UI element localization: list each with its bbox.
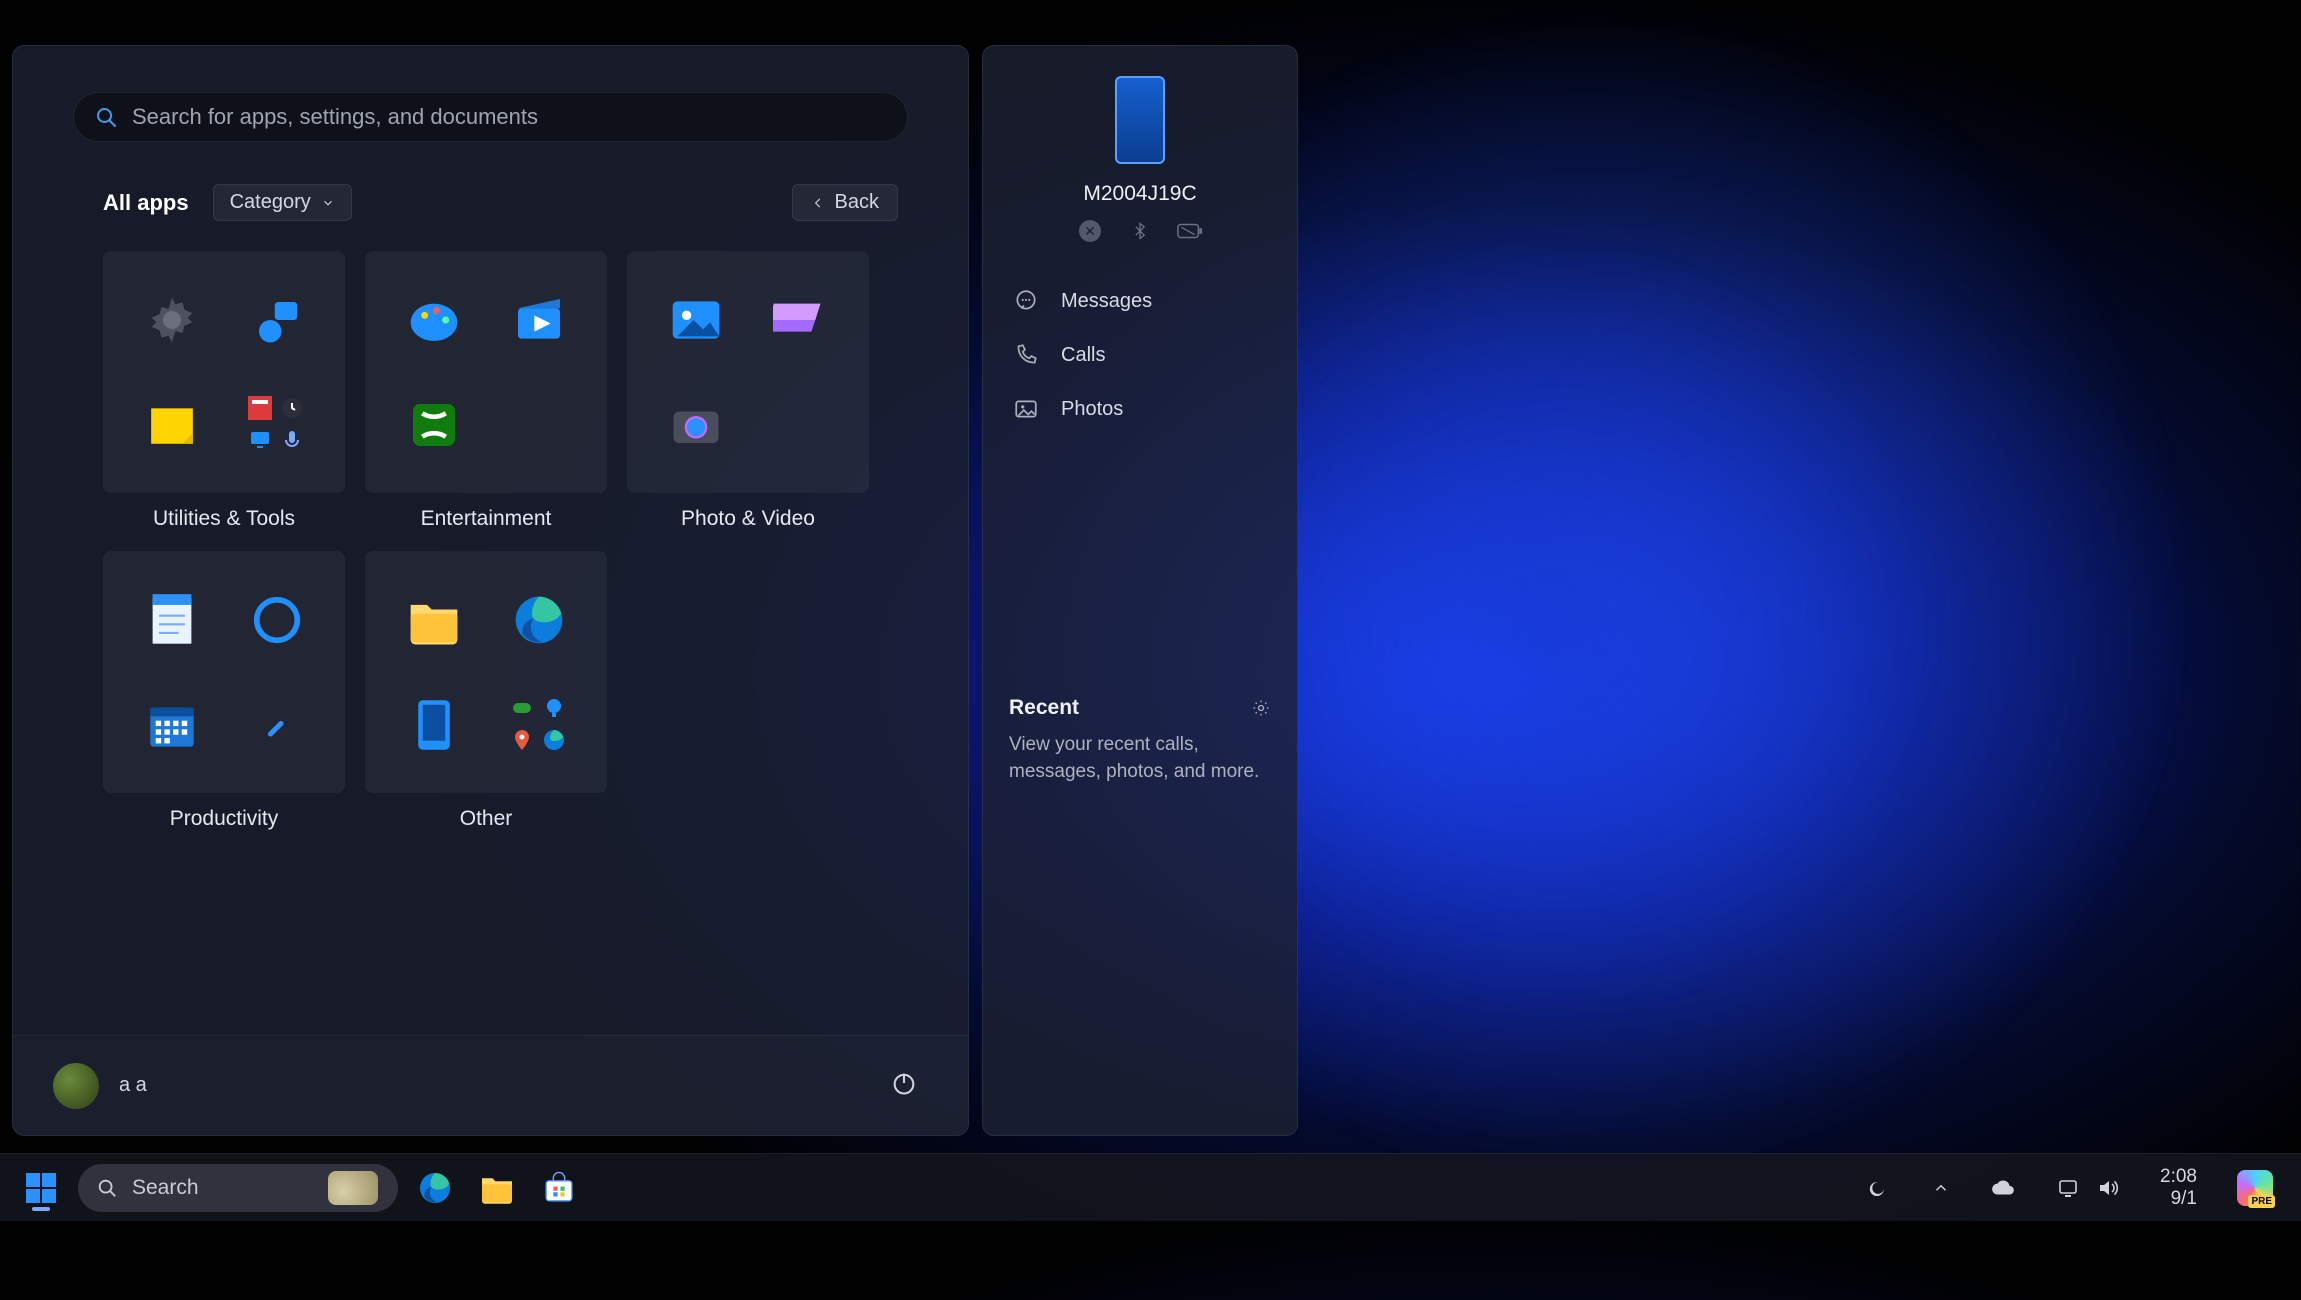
calendar-icon — [137, 690, 207, 760]
back-button[interactable]: Back — [792, 184, 898, 221]
folder-label: Entertainment — [421, 507, 552, 531]
edge-icon — [417, 1170, 453, 1206]
clock-time: 2:08 — [2160, 1166, 2197, 1188]
system-tray: 2:08 9/1 — [1852, 1160, 2285, 1216]
photos-icon — [661, 285, 731, 355]
paint-icon — [399, 285, 469, 355]
phone-thumbnail[interactable] — [1115, 76, 1165, 164]
category-dropdown-label: Category — [230, 191, 311, 214]
folder-productivity[interactable]: Productivity — [103, 551, 345, 831]
feedback-hub-icon — [242, 285, 312, 355]
taskbar-search[interactable]: Search — [78, 1164, 398, 1212]
all-apps-heading: All apps — [103, 190, 189, 216]
wifi-icon — [2056, 1176, 2080, 1200]
store-icon — [542, 1171, 576, 1205]
companion-calls[interactable]: Calls — [1009, 328, 1271, 382]
edge-mini-icon — [542, 728, 566, 752]
search-highlight-icon — [328, 1171, 378, 1205]
user-name[interactable]: a a — [119, 1074, 147, 1097]
chevron-up-icon — [1932, 1179, 1950, 1197]
sticky-notes-icon — [137, 390, 207, 460]
taskbar-explorer[interactable] — [472, 1163, 522, 1213]
start-search-input[interactable] — [132, 104, 887, 130]
taskbar: Search 2:08 9/1 — [0, 1153, 2301, 1221]
folder-label: Utilities & Tools — [153, 507, 295, 531]
tray-clock[interactable]: 2:08 9/1 — [2148, 1160, 2209, 1216]
folder-entertainment[interactable]: Entertainment — [365, 251, 607, 531]
folder-label: Photo & Video — [681, 507, 815, 531]
tray-copilot[interactable] — [2225, 1164, 2285, 1212]
xbox-bar-icon — [510, 696, 534, 720]
taskbar-edge[interactable] — [410, 1163, 460, 1213]
user-avatar[interactable] — [53, 1063, 99, 1109]
monitor-icon — [248, 428, 272, 452]
maps-icon — [510, 728, 534, 752]
tray-weather[interactable] — [1852, 1168, 1904, 1208]
bluetooth-icon — [1127, 218, 1153, 244]
companion-photos[interactable]: Photos — [1009, 382, 1271, 436]
chevron-down-icon — [321, 196, 335, 210]
taskbar-search-label: Search — [132, 1176, 199, 1200]
taskbar-store[interactable] — [534, 1163, 584, 1213]
phone-link-icon — [399, 690, 469, 760]
companion-row-label: Messages — [1061, 290, 1152, 313]
tips-icon — [542, 696, 566, 720]
phone-icon — [1013, 342, 1039, 368]
clipchamp-icon — [766, 285, 836, 355]
battery-icon — [1177, 218, 1203, 244]
tray-overflow[interactable] — [1920, 1173, 1962, 1203]
volume-icon — [2096, 1176, 2120, 1200]
mic-icon — [280, 428, 304, 452]
movies-icon — [504, 285, 574, 355]
edge-icon — [504, 585, 574, 655]
power-button[interactable] — [880, 1059, 928, 1112]
file-explorer-icon — [479, 1172, 515, 1204]
tray-quick-settings[interactable] — [2044, 1170, 2132, 1206]
folder-other[interactable]: Other — [365, 551, 607, 831]
folder-label: Productivity — [170, 807, 279, 831]
companion-messages[interactable]: Messages — [1009, 274, 1271, 328]
start-menu: All apps Category Back — [12, 45, 969, 1136]
clock-date: 9/1 — [2160, 1188, 2197, 1210]
cloud-moon-icon — [1864, 1174, 1892, 1202]
start-footer: a a — [13, 1035, 968, 1135]
cortana-icon — [242, 585, 312, 655]
app-folders-grid: Utilities & Tools Entertainment Photo & … — [63, 251, 918, 831]
phone-companion-panel: M2004J19C ✕ Messages Calls Photos Recent… — [982, 45, 1298, 1136]
folder-utilities[interactable]: Utilities & Tools — [103, 251, 345, 531]
windows-logo-icon — [24, 1171, 58, 1205]
file-explorer-icon — [399, 585, 469, 655]
companion-row-label: Photos — [1061, 398, 1123, 421]
gear-icon[interactable] — [1251, 698, 1271, 718]
recent-subtext: View your recent calls, messages, photos… — [1009, 732, 1271, 785]
notepad-icon — [137, 585, 207, 655]
start-button[interactable] — [16, 1163, 66, 1213]
search-icon — [96, 1177, 118, 1199]
chevron-left-icon — [811, 196, 825, 210]
back-button-label: Back — [835, 191, 879, 214]
clock-icon — [280, 396, 304, 420]
start-search-bar[interactable] — [73, 92, 908, 142]
folder-label: Other — [460, 807, 513, 831]
power-icon — [890, 1069, 918, 1097]
copilot-icon — [2237, 1170, 2273, 1206]
device-name: M2004J19C — [1009, 182, 1271, 206]
pencil-icon — [242, 690, 312, 760]
messages-icon — [1013, 288, 1039, 314]
image-icon — [1013, 396, 1039, 422]
folder-photo-video[interactable]: Photo & Video — [627, 251, 869, 531]
recent-heading: Recent — [1009, 696, 1079, 720]
settings-icon — [137, 285, 207, 355]
category-dropdown[interactable]: Category — [213, 184, 352, 221]
xbox-icon — [399, 390, 469, 460]
camera-icon — [661, 390, 731, 460]
status-dismiss-icon[interactable]: ✕ — [1077, 218, 1103, 244]
news-icon — [248, 396, 272, 420]
search-icon — [94, 105, 118, 129]
cloud-icon — [1990, 1175, 2016, 1201]
tray-onedrive[interactable] — [1978, 1169, 2028, 1207]
companion-row-label: Calls — [1061, 344, 1105, 367]
